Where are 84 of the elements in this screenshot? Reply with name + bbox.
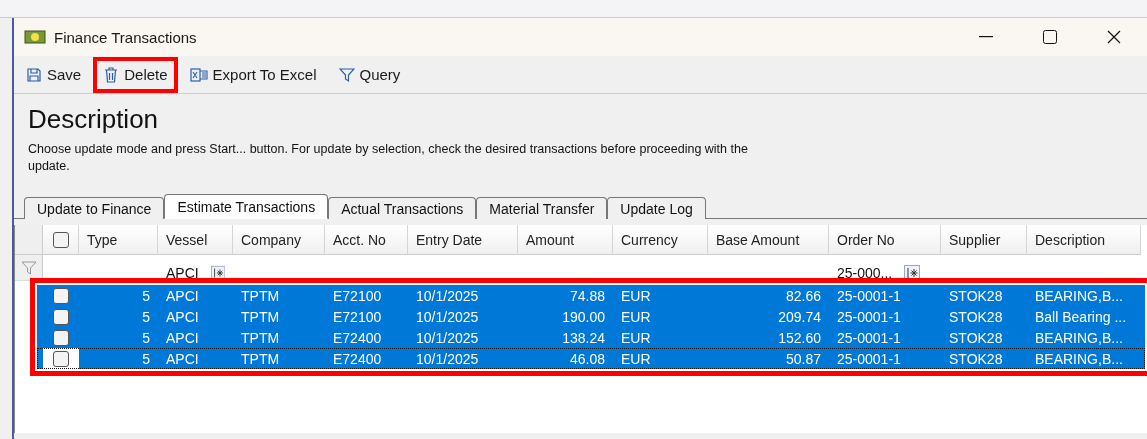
spreadsheet-icon <box>189 66 208 83</box>
column-header[interactable]: Amount <box>518 225 613 255</box>
table-cell-text: STOK28 <box>948 286 1004 306</box>
table-cell-text: EUR <box>620 286 652 306</box>
table-cell-text: 138.24 <box>561 328 606 348</box>
table-cell-text: E72100 <box>332 307 383 327</box>
toolbar-button[interactable]: Export To Excel <box>179 56 327 93</box>
trash-icon <box>103 66 120 83</box>
save-icon <box>26 66 42 83</box>
table-cell-text: STOK28 <box>948 328 1004 348</box>
description-text: Choose update mode and press Start... button. For update by selection, check the desired transactions before proceeding with the update. <box>28 141 749 175</box>
filter-value[interactable]: APCI <box>166 265 199 281</box>
column-header[interactable]: Type <box>79 225 158 255</box>
column-header[interactable]: Description <box>1027 225 1141 255</box>
table-cell-text: 5 <box>141 349 151 369</box>
table-cell-text: STOK28 <box>948 307 1004 327</box>
tab[interactable]: Actual Transactions <box>328 197 477 219</box>
select-all-checkbox[interactable] <box>52 231 69 248</box>
table-cell-text: 152.60 <box>777 328 822 348</box>
row-checkbox[interactable] <box>53 350 69 367</box>
table-cell-text: APCI <box>165 286 200 306</box>
table-cell-text: 5 <box>141 307 151 327</box>
table-cell-text: 50.87 <box>784 349 822 369</box>
table-cell-text: 25-0001-1 <box>836 286 902 306</box>
column-header[interactable]: Vessel <box>158 225 233 255</box>
table-cell-text: EUR <box>620 307 652 327</box>
table-cell-text: 10/1/2025 <box>415 286 480 306</box>
table-cell-text: E72400 <box>332 328 383 348</box>
table-cell-text: E72100 <box>332 286 383 306</box>
column-header[interactable]: Order No <box>829 225 941 255</box>
table-cell-text: 10/1/2025 <box>415 349 480 369</box>
table-cell-text: EUR <box>620 328 652 348</box>
tab[interactable]: Update Log <box>607 197 706 219</box>
column-header[interactable]: Acct. No <box>325 225 408 255</box>
description-heading: Description <box>28 104 160 135</box>
table-cell-text: 5 <box>141 286 151 306</box>
table-cell-text: 5 <box>141 328 151 348</box>
row-checkbox[interactable] <box>53 287 69 304</box>
filter-icon <box>338 66 355 83</box>
table-cell-text: APCI <box>165 307 200 327</box>
tab[interactable]: Estimate Transactions <box>164 194 329 219</box>
table-cell-text: E72400 <box>332 349 383 369</box>
table-cell-text: TPTM <box>240 307 281 327</box>
table-row[interactable]: 5 APCI TPTM E72100 10/1/2025 190.00 EUR 209.74 25-0001-1 STOK28 Ball Bearing ... <box>37 306 1145 327</box>
table-cell-text: BEARING,B... <box>1034 349 1124 369</box>
table-row[interactable]: 5 APCI TPTM E72100 10/1/2025 74.88 EUR 82.66 25-0001-1 STOK28 BEARING,B... <box>37 285 1145 306</box>
window-title: Finance Transactions <box>54 28 198 46</box>
toolbar-button[interactable]: Query <box>328 56 411 93</box>
table-cell-text: 46.08 <box>568 349 606 369</box>
column-header[interactable]: Base Amount <box>708 225 829 255</box>
table-cell-text: TPTM <box>240 286 281 306</box>
table-cell-text: 74.88 <box>568 286 606 306</box>
table-cell-text: 25-0001-1 <box>836 307 902 327</box>
filter-value[interactable]: 25-000... <box>837 265 893 281</box>
table-cell-text: 82.66 <box>784 286 822 306</box>
table-cell-text: TPTM <box>240 349 281 369</box>
tab[interactable]: Material Transfer <box>476 197 608 219</box>
table-cell-text: 190.00 <box>561 307 606 327</box>
table-cell-text: Ball Bearing ... <box>1034 307 1128 327</box>
column-header[interactable]: Currency <box>613 225 708 255</box>
table-cell-text: 10/1/2025 <box>415 307 480 327</box>
filter-icon <box>20 260 37 275</box>
row-checkbox[interactable] <box>53 329 69 346</box>
table-cell-text: BEARING,B... <box>1034 286 1124 306</box>
column-header[interactable]: Supplier <box>941 225 1027 255</box>
table-cell-text: TPTM <box>240 328 281 348</box>
table-cell-text: 25-0001-1 <box>836 328 902 348</box>
table-cell-text: 25-0001-1 <box>836 349 902 369</box>
table-row[interactable]: 5 APCI TPTM E72400 10/1/2025 46.08 EUR 50.87 25-0001-1 STOK28 BEARING,B... <box>37 348 1145 369</box>
row-checkbox[interactable] <box>53 308 69 325</box>
column-header[interactable]: Company <box>233 225 325 255</box>
table-row[interactable]: 5 APCI TPTM E72400 10/1/2025 138.24 EUR 152.60 25-0001-1 STOK28 BEARING,B... <box>37 327 1145 348</box>
table-cell-text: STOK28 <box>948 349 1004 369</box>
money-icon <box>24 30 46 44</box>
table-cell-text: BEARING,B... <box>1034 328 1124 348</box>
table-cell-text: APCI <box>165 328 200 348</box>
table-cell-text: 10/1/2025 <box>415 328 480 348</box>
toolbar-button[interactable]: Save <box>16 56 92 93</box>
table-cell-text: EUR <box>620 349 652 369</box>
table-cell-text: 209.74 <box>777 307 822 327</box>
table-cell-text: APCI <box>165 349 200 369</box>
column-header[interactable]: Entry Date <box>408 225 518 255</box>
toolbar-button[interactable]: Delete <box>93 56 178 93</box>
tab[interactable]: Update to Finance <box>24 197 165 219</box>
